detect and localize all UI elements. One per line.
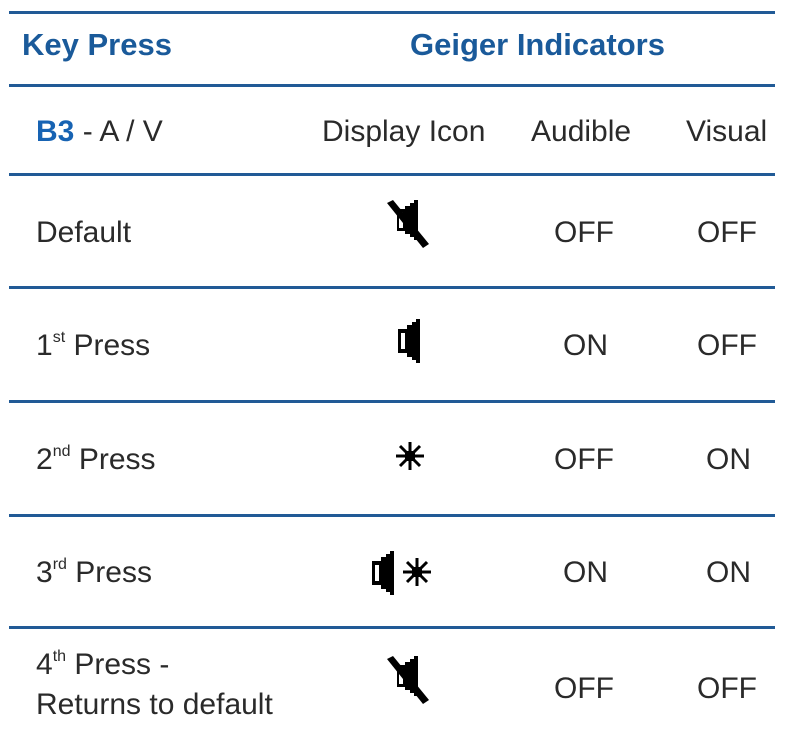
speaker-and-light-icon [372,549,436,597]
row-visual: OFF [697,672,757,705]
mode-label: - A / V [82,115,163,148]
row-visual: ON [706,443,751,476]
row-rule [9,400,775,403]
row-key-press: 3rd Press [36,556,152,589]
row-rule [9,286,775,289]
row-audible: ON [563,556,608,589]
column-visual: Visual [686,115,768,148]
light-icon [395,441,425,471]
speaker-icon [398,319,424,363]
speaker-muted-icon [385,200,431,252]
speaker-muted-icon [385,656,431,708]
row-visual: OFF [697,329,757,362]
row-audible: OFF [554,672,614,705]
row-visual: ON [706,556,751,589]
row-key-press: 1st Press [36,329,151,362]
header-key-press: Key Press [22,27,172,62]
row-visual: OFF [697,216,757,249]
row-audible: OFF [554,443,614,476]
row-audible: OFF [554,216,614,249]
row-audible: ON [563,329,608,362]
subheader-rule [9,173,775,176]
header-rule [9,84,775,87]
column-audible: Audible [531,115,632,148]
button-name: B3 [36,115,75,148]
row-key-press: 2nd Press [36,443,156,476]
row-rule [9,626,775,629]
row-rule [9,514,775,517]
row-key-press: 4th Press - [36,648,170,681]
header-geiger-indicators: Geiger Indicators [410,27,665,62]
row-key-press: Default [36,216,132,249]
column-display-icon: Display Icon [322,115,486,148]
subheader-mode: B3 - A / V [36,115,163,149]
top-rule [9,11,775,14]
row-key-press-note: Returns to default [36,688,273,721]
